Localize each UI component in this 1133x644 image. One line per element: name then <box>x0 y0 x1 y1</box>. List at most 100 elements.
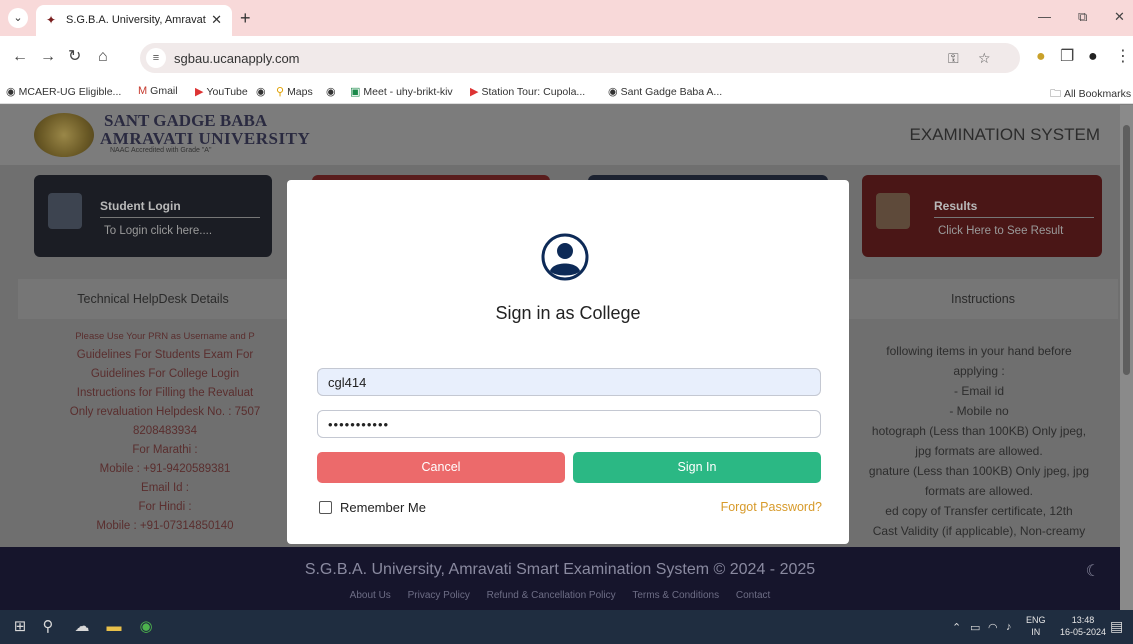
bookmark-item[interactable]: ◉ <box>326 85 339 98</box>
divider <box>934 217 1094 218</box>
site-header: SANT GADGE BABA AMRAVATI UNIVERSITY NAAC… <box>0 105 1120 165</box>
search-icon[interactable]: ⚲ <box>38 617 58 637</box>
menu-kebab-icon[interactable]: ⋮ <box>1115 49 1131 65</box>
user-avatar-icon <box>541 233 589 281</box>
helpdesk-details: Please Use Your PRN as Username and P Gu… <box>40 327 290 536</box>
results-board-icon <box>876 193 910 229</box>
revaluation-instructions-link[interactable]: Instructions for Filling the Revaluat <box>40 384 290 403</box>
examination-system-title: EXAMINATION SYSTEM <box>909 125 1101 144</box>
bookmark-item[interactable]: ◉ MCAER-UG Eligible... <box>6 85 121 98</box>
all-bookmarks-button[interactable]: 🗀 All Bookmarks <box>1050 85 1131 104</box>
bookmarks-bar: ◉ MCAER-UG Eligible... M Gmail ▶ YouTube ◉ … <box>0 80 1133 104</box>
about-us-link[interactable]: About Us <box>350 590 391 601</box>
university-favicon-icon: ✦ <box>46 13 57 27</box>
profile-avatar-icon[interactable]: ● <box>1088 49 1098 65</box>
bookmark-item[interactable]: ◉ Sant Gadge Baba A... <box>608 85 722 98</box>
clock[interactable]: 13:48 16-05-2024 <box>1060 614 1106 638</box>
wifi-icon[interactable]: ◠ <box>988 621 998 634</box>
tab-close-icon[interactable]: ✕ <box>211 12 222 28</box>
file-explorer-icon[interactable]: ▬ <box>104 617 124 637</box>
bookmark-star-icon[interactable]: ☆ <box>978 50 991 67</box>
battery-icon[interactable]: ▭ <box>970 621 980 634</box>
tray-overflow-icon[interactable]: ⌃ <box>952 621 961 634</box>
college-signin-modal: Sign in as College Cancel Sign In Rememb… <box>287 180 849 544</box>
language-code: ENG <box>1026 615 1046 625</box>
forgot-password-link[interactable]: Forgot Password? <box>721 500 822 514</box>
username-input[interactable] <box>317 368 821 396</box>
tab-search-icon[interactable]: ⌄ <box>8 8 28 28</box>
globe-icon: ◉ <box>608 86 618 98</box>
student-login-card[interactable]: Student Login To Login click here.... <box>34 175 272 257</box>
dark-mode-moon-icon[interactable]: ☾ <box>1086 561 1100 581</box>
university-name-line1: SANT GADGE BABA <box>104 111 268 130</box>
url-text[interactable]: sgbau.ucanapply.com <box>174 51 300 66</box>
address-bar[interactable]: ≡ sgbau.ucanapply.com ⚿ ☆ <box>140 43 1020 73</box>
tab-title: S.G.B.A. University, Amravati <box>66 14 206 26</box>
remember-me-checkbox[interactable] <box>319 501 332 514</box>
helpdesk-line: Mobile : +91-07314850140 <box>96 520 234 532</box>
cloud-app-icon[interactable]: ☁ <box>72 617 92 637</box>
home-icon[interactable]: ⌂ <box>98 49 108 65</box>
remember-me-label: Remember Me <box>340 500 426 515</box>
extensions-puzzle-icon[interactable]: ❐ <box>1060 49 1074 65</box>
helpdesk-header: Technical HelpDesk Details <box>18 279 288 319</box>
helpdesk-line: Email Id : <box>141 482 189 494</box>
globe-icon: ◉ <box>326 86 336 98</box>
new-tab-button[interactable]: + <box>240 9 251 27</box>
back-arrow-icon[interactable]: ← <box>12 49 28 65</box>
divider <box>100 217 260 218</box>
privacy-policy-link[interactable]: Privacy Policy <box>408 590 470 601</box>
minimize-button[interactable]: — <box>1038 9 1051 24</box>
meet-icon: ▣ <box>350 86 361 98</box>
bookmark-item[interactable]: ▣ Meet - uhy-brikt-kiv <box>350 85 453 98</box>
results-link[interactable]: Click Here to See Result <box>938 225 1063 237</box>
volume-icon[interactable]: ♪ <box>1006 621 1012 633</box>
bookmark-item[interactable]: M Gmail <box>138 85 178 97</box>
maximize-button[interactable]: ⧉ <box>1078 9 1087 25</box>
cancel-button[interactable]: Cancel <box>317 452 565 483</box>
chrome-icon[interactable]: ◉ <box>136 617 156 637</box>
password-input[interactable] <box>317 410 821 438</box>
password-key-icon[interactable]: ⚿ <box>948 50 959 67</box>
extension-icon[interactable]: ● <box>1036 49 1046 65</box>
sign-in-button[interactable]: Sign In <box>573 452 821 483</box>
notifications-icon[interactable]: ▤ <box>1110 618 1123 635</box>
bookmark-item[interactable]: ▶ Station Tour: Cupola... <box>470 85 585 98</box>
student-guidelines-link[interactable]: Guidelines For Students Exam For <box>40 346 290 365</box>
results-title: Results <box>934 199 978 213</box>
college-guidelines-link[interactable]: Guidelines For College Login <box>40 365 290 384</box>
results-card[interactable]: Results Click Here to See Result <box>862 175 1102 257</box>
gmail-icon: M <box>138 85 148 97</box>
terms-link[interactable]: Terms & Conditions <box>632 590 719 601</box>
globe-icon: ◉ <box>256 86 266 98</box>
input-language[interactable]: ENG IN <box>1026 614 1046 638</box>
naac-accreditation: NAAC Accredited with Grade "A" <box>110 147 212 154</box>
student-login-link[interactable]: To Login click here.... <box>104 225 212 237</box>
browser-tabstrip: ⌄ ✦ S.G.B.A. University, Amravati ✕ + — … <box>0 0 1133 36</box>
windows-start-icon[interactable]: ⊞ <box>10 617 30 637</box>
browser-tab[interactable]: ✦ S.G.B.A. University, Amravati ✕ <box>36 5 232 36</box>
close-window-button[interactable]: ✕ <box>1114 9 1125 25</box>
instruction-line: - Mobile no <box>949 404 1009 418</box>
remember-me-option[interactable]: Remember Me <box>319 500 426 515</box>
instructions-header: Instructions <box>848 279 1118 319</box>
instruction-line: ed copy of Transfer certificate, 12th <box>885 504 1073 518</box>
site-info-icon[interactable]: ≡ <box>146 48 166 68</box>
forward-arrow-icon[interactable]: → <box>40 49 56 65</box>
bookmark-item[interactable]: ⚲ Maps <box>276 85 313 98</box>
windows-taskbar: ⊞ ⚲ ☁ ▬ ◉ ⌃ ▭ ◠ ♪ ENG IN 13:48 16-05-202… <box>0 610 1133 644</box>
helpdesk-line: Mobile : +91-9420589381 <box>99 463 231 475</box>
browser-toolbar: ← → ↻ ⌂ ≡ sgbau.ucanapply.com ⚿ ☆ ● ❐ ● … <box>0 36 1133 80</box>
contact-link[interactable]: Contact <box>736 590 770 601</box>
reload-icon[interactable]: ↻ <box>68 49 81 65</box>
helpdesk-line: Only revaluation Helpdesk No. : 7507 <box>69 406 261 418</box>
instructions-list: following items in your hand before appl… <box>848 341 1110 541</box>
instruction-line: jpg formats are allowed. <box>915 444 1043 458</box>
bookmark-item[interactable]: ◉ <box>256 85 269 98</box>
bookmark-item[interactable]: ▶ YouTube <box>195 85 248 98</box>
maps-pin-icon: ⚲ <box>276 86 285 98</box>
refund-policy-link[interactable]: Refund & Cancellation Policy <box>487 590 616 601</box>
modal-title: Sign in as College <box>495 303 641 323</box>
scrollbar-thumb[interactable] <box>1123 125 1130 375</box>
page-scrollbar[interactable] <box>1120 105 1133 610</box>
